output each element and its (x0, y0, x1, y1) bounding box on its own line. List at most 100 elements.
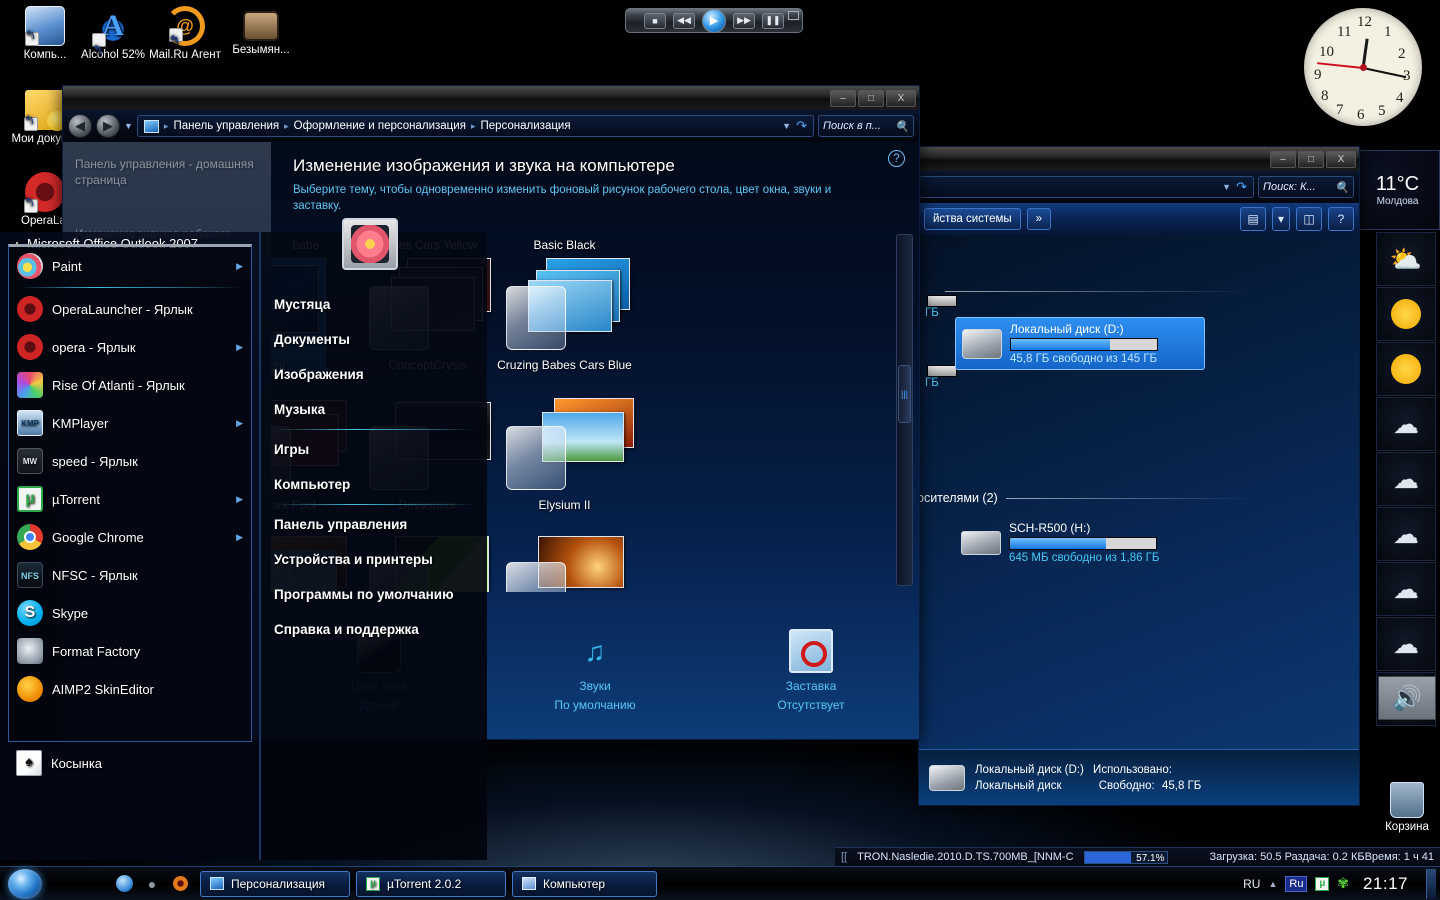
media-next-button[interactable]: ▶▶ (733, 12, 755, 29)
preview-pane-icon[interactable]: ◫ (1296, 207, 1322, 231)
start-menu-item-user[interactable]: Мустяца (261, 287, 488, 322)
sounds-item[interactable]: ♫ Звуки По умолчанию (487, 629, 703, 733)
start-button[interactable] (2, 868, 50, 900)
system-tray[interactable]: RU ▲ Ru µ ✾ 21:17 (1243, 867, 1440, 900)
chevron-down-icon[interactable]: ▼ (1222, 182, 1231, 192)
more-toolbar-button[interactable]: » (1026, 208, 1052, 230)
theme-item-partial-c[interactable] (496, 534, 633, 592)
computer-help-icon[interactable]: ? (1328, 207, 1354, 231)
desktop-icon-unnamed-picture[interactable]: Безымян... (224, 6, 298, 57)
drive-sch-r500-h[interactable]: SCH-R500 (H:) 645 МБ свободно из 1,86 ГБ (955, 517, 1215, 568)
weather-forecast-gadget[interactable]: ⛅ ☁ ☁ ☁ ☁ ☁ ☁ (1376, 232, 1438, 727)
start-menu-program-list[interactable]: Paint ▶ OperaLauncher - Ярлык opera - Яр… (8, 244, 252, 742)
computer-window[interactable]: – □ X ▼ ↷ Поиск: К... 🔍 йства системы » … (918, 146, 1360, 806)
chevron-down-icon[interactable]: ▾ (1272, 207, 1290, 231)
quicklaunch-opera[interactable] (166, 870, 194, 898)
personalization-search-input[interactable]: Поиск в п... 🔍 (818, 115, 914, 137)
desktop-icon-mailru-agent[interactable]: @ Mail.Ru Агент (148, 6, 222, 62)
computer-maximize-button[interactable]: □ (1298, 150, 1324, 168)
start-menu-item-skype[interactable]: S Skype (9, 594, 251, 632)
system-properties-button[interactable]: йства системы (924, 208, 1021, 230)
theme-item-elysium-ii[interactable]: Elysium II (496, 398, 634, 512)
chevron-down-icon[interactable]: ▼ (782, 121, 791, 131)
start-menu-item-documents[interactable]: Документы (261, 322, 488, 357)
computer-close-button[interactable]: X (1326, 150, 1356, 168)
tray-language-indicator[interactable]: RU (1243, 877, 1260, 891)
personalization-minimize-button[interactable]: – (830, 89, 856, 107)
drive-local-disk-d[interactable]: Локальный диск (D:) 45,8 ГБ свободно из … (955, 317, 1205, 370)
view-icon[interactable]: ▤ (1240, 207, 1266, 231)
personalization-maximize-button[interactable]: □ (858, 89, 884, 107)
desktop[interactable]: Компь... A Alcohol 52% @ Mail.Ru Агент Б… (0, 0, 1440, 900)
theme-grid-scrollbar[interactable]: ||| (896, 234, 913, 586)
start-menu-item-music[interactable]: Музыка (261, 392, 488, 427)
start-menu-item-google-chrome[interactable]: Google Chrome ▶ (9, 518, 251, 556)
gear-tray-icon[interactable]: ✾ (1337, 875, 1349, 892)
theme-item-basic-black[interactable]: Basic Black (496, 238, 633, 252)
input-language-indicator[interactable]: Ru (1285, 875, 1308, 892)
start-menu[interactable]: Microsoft Office Outlook 2007 Paint ▶ Op… (0, 218, 488, 860)
recent-pages-icon[interactable]: ▼ (124, 121, 133, 131)
chevron-up-icon[interactable]: ▲ (1268, 879, 1277, 889)
quicklaunch-antivirus[interactable]: ● (138, 870, 166, 898)
volume-gadget[interactable]: 🔊 (1378, 676, 1436, 720)
refresh-icon[interactable]: ↷ (796, 118, 807, 134)
clock-gadget[interactable]: 12 1 2 3 4 5 6 7 8 9 10 11 (1304, 8, 1422, 126)
desktop-icon-alcohol52[interactable]: A Alcohol 52% (76, 6, 150, 62)
start-menu-item-opera[interactable]: opera - Ярлык ▶ (9, 328, 251, 366)
forward-button[interactable]: ▶ (96, 114, 120, 138)
computer-titlebar[interactable]: – □ X (919, 147, 1359, 171)
tray-clock[interactable]: 21:17 (1357, 874, 1418, 894)
start-menu-item-nfsc[interactable]: NFS NFSC - Ярлык (9, 556, 251, 594)
media-play-button[interactable]: ▶ (702, 8, 726, 33)
help-icon[interactable]: ? (888, 150, 905, 167)
taskbar-button-personalization[interactable]: Персонализация (200, 870, 350, 897)
media-pause-button[interactable]: ❚❚ (762, 12, 784, 29)
media-stop-button[interactable]: ■ (644, 12, 666, 29)
submenu-arrow-icon[interactable]: ▶ (236, 494, 243, 505)
quicklaunch-ie[interactable] (110, 870, 138, 898)
submenu-arrow-icon[interactable]: ▶ (236, 261, 243, 272)
screensaver-item[interactable]: Заставка Отсутствует (703, 629, 919, 733)
submenu-arrow-icon[interactable]: ▶ (236, 532, 243, 543)
taskbar[interactable]: ● Персонализация µ µTorrent 2.0.2 Компью… (0, 866, 1440, 900)
utorrent-tray-icon[interactable]: µ (1315, 876, 1330, 891)
breadcrumb-item-appearance[interactable]: Оформление и персонализация (294, 120, 466, 132)
start-menu-item-kosynka[interactable]: ♠ Косынка (8, 744, 252, 782)
show-desktop-button[interactable] (1426, 868, 1436, 899)
media-player-gadget[interactable]: ■ ◀◀ ▶ ▶▶ ❚❚ (625, 8, 803, 33)
start-menu-item-format-factory[interactable]: Format Factory (9, 632, 251, 670)
start-menu-item-operalauncher[interactable]: OperaLauncher - Ярлык (9, 290, 251, 328)
sidebar-title[interactable]: Панель управления - домашняя страница (63, 142, 271, 188)
start-menu-item-pictures[interactable]: Изображения (261, 357, 488, 392)
back-button[interactable]: ◀ (68, 114, 92, 138)
start-menu-item-games[interactable]: Игры (261, 432, 488, 467)
personalization-close-button[interactable]: X (886, 89, 916, 107)
start-menu-item-aimp2-skineditor[interactable]: AIMP2 SkinEditor (9, 670, 251, 708)
user-avatar[interactable] (342, 218, 398, 270)
start-menu-item-kosynka-row[interactable]: ♠ Косынка (8, 744, 252, 782)
start-menu-item-kmplayer[interactable]: KMP KMPlayer ▶ (9, 404, 251, 442)
theme-item-cruzing-babes-cars-blue[interactable]: Cruzing Babes Cars Blue (496, 258, 633, 372)
start-menu-item-paint[interactable]: Paint ▶ (9, 247, 251, 285)
start-menu-item-control-panel[interactable]: Панель управления (261, 507, 488, 542)
scrollbar-thumb[interactable]: ||| (898, 365, 911, 423)
desktop-icon-computer[interactable]: Компь... (8, 6, 82, 62)
computer-breadcrumb[interactable]: ▼ ↷ (919, 176, 1254, 198)
submenu-arrow-icon[interactable]: ▶ (236, 342, 243, 353)
refresh-icon[interactable]: ↷ (1236, 179, 1247, 195)
personalization-titlebar[interactable]: – □ X (63, 86, 919, 110)
start-menu-item-help-support[interactable]: Справка и поддержка (261, 612, 488, 647)
start-menu-item-rise-of-atlanti[interactable]: Rise Of Atlanti - Ярлык (9, 366, 251, 404)
computer-search-input[interactable]: Поиск: К... 🔍 (1258, 176, 1354, 198)
taskbar-button-utorrent[interactable]: µ µTorrent 2.0.2 (356, 870, 506, 897)
personalization-breadcrumb[interactable]: ▸ Панель управления ▸ Оформление и персо… (136, 115, 814, 137)
start-menu-item-devices-printers[interactable]: Устройства и принтеры (261, 542, 488, 577)
start-menu-item-default-programs[interactable]: Программы по умолчанию (261, 577, 488, 612)
breadcrumb-item-control-panel[interactable]: Панель управления (173, 120, 279, 132)
start-menu-item-computer[interactable]: Компьютер (261, 467, 488, 502)
weather-gadget[interactable]: 11°C Молдова (1355, 150, 1440, 230)
breadcrumb-item-personalization[interactable]: Персонализация (480, 120, 570, 132)
media-previous-button[interactable]: ◀◀ (673, 12, 695, 29)
submenu-arrow-icon[interactable]: ▶ (236, 418, 243, 429)
